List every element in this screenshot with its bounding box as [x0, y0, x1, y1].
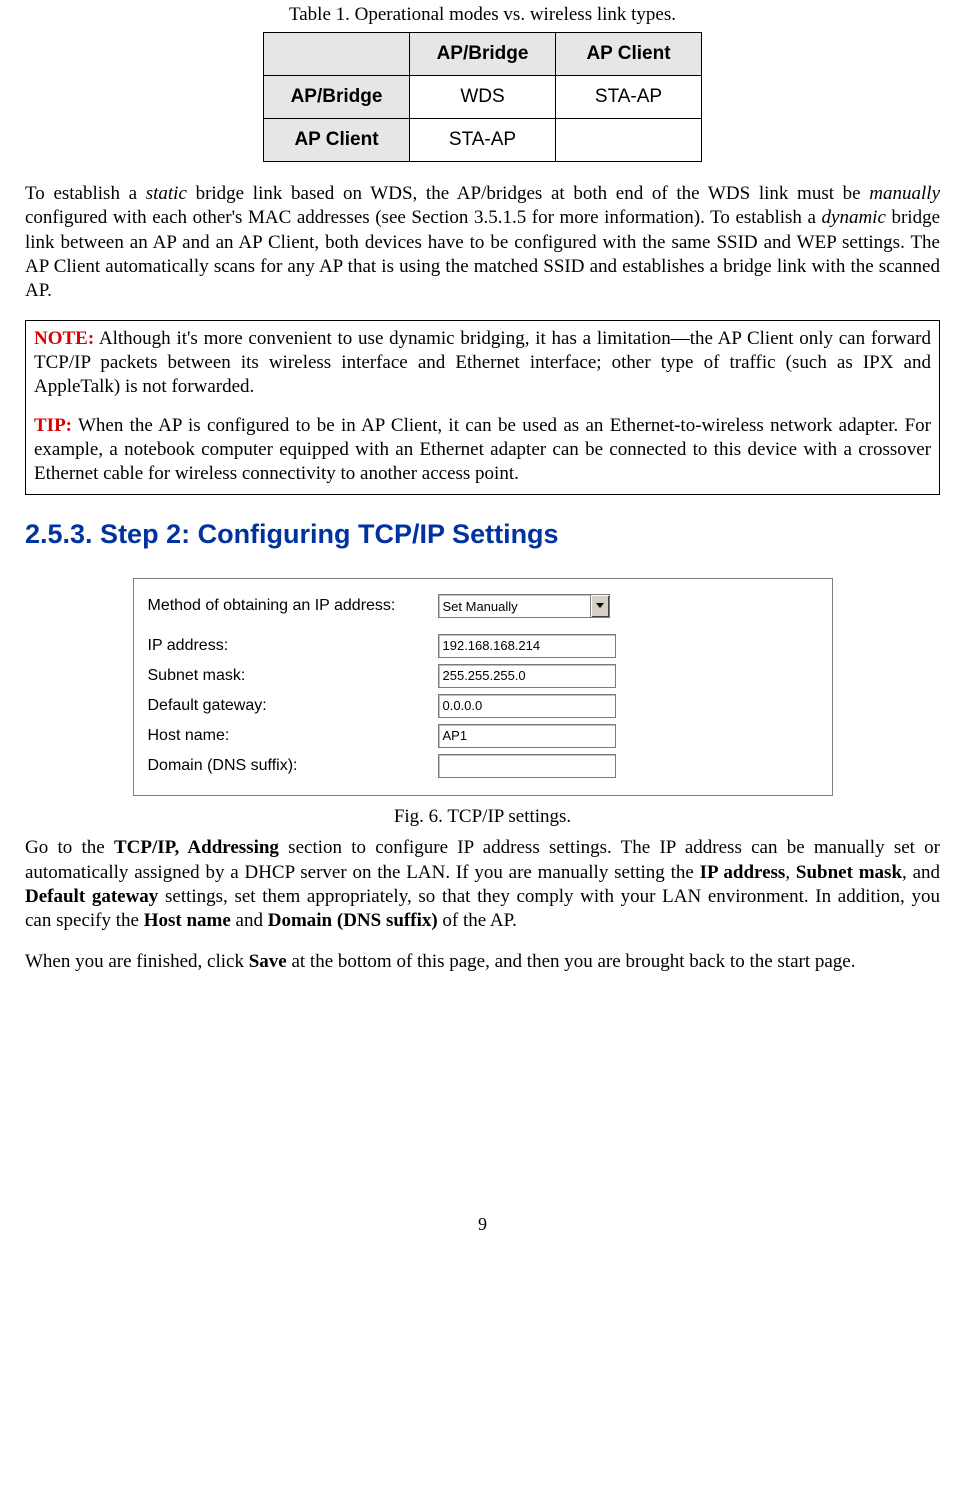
figure-caption: Fig. 6. TCP/IP settings. — [25, 806, 940, 828]
section-heading: 2.5.3. Step 2: Configuring TCP/IP Settin… — [25, 519, 940, 550]
paragraph-save: When you are finished, click Save at the… — [25, 950, 940, 974]
dropdown-arrow-icon[interactable] — [590, 595, 609, 617]
gateway-label: Default gateway: — [148, 697, 438, 715]
cell-2-1: STA-AP — [410, 119, 556, 162]
row-header-1: AP/Bridge — [264, 76, 410, 119]
tip-paragraph: TIP: When the AP is configured to be in … — [34, 414, 931, 487]
note-paragraph: NOTE: Although it's more convenient to u… — [34, 327, 931, 400]
tip-label: TIP: — [34, 415, 72, 436]
ip-input[interactable]: 192.168.168.214 — [438, 634, 616, 658]
page-number: 9 — [25, 1214, 940, 1235]
modes-table: AP/Bridge AP Client AP/Bridge WDS STA-AP… — [263, 32, 702, 162]
mask-label: Subnet mask: — [148, 667, 438, 685]
row-header-2: AP Client — [264, 119, 410, 162]
note-tip-box: NOTE: Although it's more convenient to u… — [25, 320, 940, 496]
cell-1-1: WDS — [410, 76, 556, 119]
host-input[interactable]: AP1 — [438, 724, 616, 748]
method-label: Method of obtaining an IP address: — [148, 597, 438, 615]
method-select-value: Set Manually — [439, 599, 590, 614]
domain-label: Domain (DNS suffix): — [148, 757, 438, 775]
domain-input[interactable] — [438, 754, 616, 778]
gateway-input[interactable]: 0.0.0.0 — [438, 694, 616, 718]
col-header-2: AP Client — [556, 33, 702, 76]
table-corner — [264, 33, 410, 76]
ip-label: IP address: — [148, 637, 438, 655]
cell-2-2 — [556, 119, 702, 162]
method-select[interactable]: Set Manually — [438, 594, 610, 618]
table-caption: Table 1. Operational modes vs. wireless … — [25, 4, 940, 26]
tcpip-form-panel: Method of obtaining an IP address: Set M… — [133, 578, 833, 796]
host-label: Host name: — [148, 727, 438, 745]
cell-1-2: STA-AP — [556, 76, 702, 119]
note-label: NOTE: — [34, 328, 94, 349]
col-header-1: AP/Bridge — [410, 33, 556, 76]
mask-input[interactable]: 255.255.255.0 — [438, 664, 616, 688]
paragraph-static-dynamic: To establish a static bridge link based … — [25, 182, 940, 304]
paragraph-goto: Go to the TCP/IP, Addressing section to … — [25, 836, 940, 933]
